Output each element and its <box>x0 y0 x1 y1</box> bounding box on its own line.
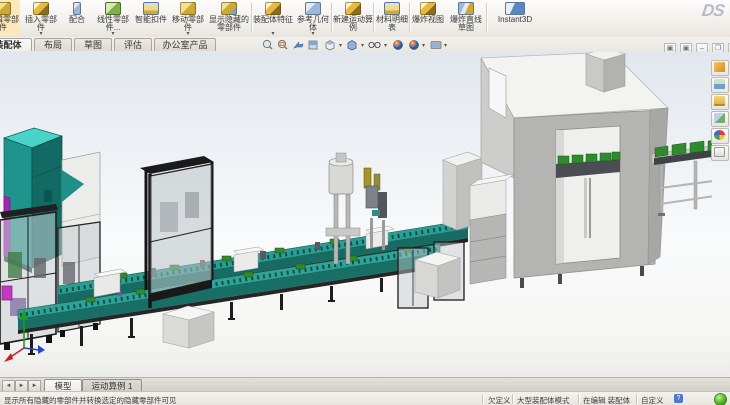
edit-component-icon <box>0 2 11 15</box>
explode-line-sketch-icon <box>458 2 474 15</box>
bill-of-materials-button[interactable]: 材料明细表 <box>375 0 409 36</box>
big-enclosure <box>481 52 668 288</box>
white-floor-box-2 <box>415 252 460 298</box>
tab-office-products[interactable]: 办公室产品 <box>154 38 216 51</box>
reference-geometry-icon <box>305 2 321 15</box>
drawer-cabinet <box>470 174 514 284</box>
graphics-viewport[interactable] <box>0 52 730 377</box>
design-library-button[interactable] <box>711 77 729 93</box>
view-settings-icon[interactable] <box>431 42 447 49</box>
assembly-3d-model <box>0 52 712 377</box>
instant3d-icon <box>505 2 525 15</box>
show-hidden-components-icon <box>221 2 237 15</box>
zoom-to-area-icon[interactable] <box>278 40 287 49</box>
file-explorer-icon <box>714 96 725 106</box>
mate-icon <box>73 2 81 15</box>
tab-assembly[interactable]: 装配体 <box>0 38 32 51</box>
smart-fasteners-button[interactable]: 智能扣件 <box>134 0 168 36</box>
new-motion-study-button[interactable]: 新建运动算例 <box>333 0 373 36</box>
explode-line-sketch-button[interactable]: 爆炸直线草图 <box>447 0 485 36</box>
exploded-view-icon <box>420 2 436 15</box>
new-motion-study-icon <box>345 2 361 15</box>
move-component-button[interactable]: 移动零部件 ▾ <box>170 0 206 36</box>
exit-conveyor <box>652 139 712 216</box>
bill-of-materials-icon <box>384 2 400 15</box>
section-view-icon[interactable] <box>309 41 317 49</box>
view-palette-button[interactable] <box>711 111 729 127</box>
custom-properties-icon <box>714 147 725 157</box>
zoom-to-fit-icon[interactable] <box>263 40 272 49</box>
hide-show-items-icon[interactable] <box>369 42 387 47</box>
status-message: 显示所有隐藏的零部件并转换选定的隐藏零部件可见 <box>4 395 177 405</box>
dassault-systemes-logo: DS <box>701 1 725 21</box>
large-assembly-mode: 大型装配体模式 <box>517 395 570 405</box>
tab-evaluate[interactable]: 评估 <box>114 38 152 51</box>
assembly-features-button[interactable]: 装配体特征 ▾ <box>253 0 293 36</box>
linear-component-pattern-icon <box>105 2 121 15</box>
magenta-box <box>2 286 12 300</box>
display-style-icon[interactable] <box>348 41 364 51</box>
file-explorer-button[interactable] <box>711 94 729 110</box>
customize-label[interactable]: 自定义 <box>641 395 664 405</box>
instant3d-button[interactable]: Instant3D <box>488 0 542 36</box>
performance-indicator-icon[interactable] <box>714 393 727 405</box>
white-floor-box-1 <box>163 306 214 348</box>
mate-button[interactable]: 配合 <box>62 0 92 36</box>
task-pane <box>711 60 729 162</box>
help-icon[interactable]: ? <box>674 394 683 403</box>
custom-properties-button[interactable] <box>711 145 729 161</box>
model-tab-bar: ◄ ► ► 模型 运动算例 1 <box>0 377 730 392</box>
view-palette-icon <box>714 113 725 123</box>
reference-geometry-button[interactable]: 参考几何体 ▾ <box>295 0 331 36</box>
edit-appearance-icon[interactable] <box>393 40 402 49</box>
assembly-features-icon <box>265 2 281 15</box>
smart-fasteners-icon <box>143 2 159 15</box>
show-hidden-components-button[interactable]: 显示隐藏的零部件 <box>208 0 250 36</box>
edit-component-button[interactable]: 编辑零部件 <box>0 0 20 36</box>
apply-scene-icon[interactable] <box>409 40 425 49</box>
status-bar: 显示所有隐藏的零部件并转换选定的隐藏零部件可见 欠定义 大型装配体模式 在编辑 … <box>0 391 730 405</box>
framed-tower <box>140 156 214 308</box>
appearances-scenes-icon <box>714 130 725 140</box>
insert-components-button[interactable]: 插入零部件 ▾ <box>22 0 60 36</box>
view-orientation-icon[interactable] <box>326 41 342 51</box>
solidworks-window: 编辑零部件 插入零部件 ▾ 配合 线性零部件... ▾ 智能扣件 移动零部件 ▾… <box>0 0 730 405</box>
tab-sketch[interactable]: 草图 <box>74 38 112 51</box>
previous-view-icon[interactable] <box>294 42 303 48</box>
design-library-icon <box>714 79 725 89</box>
solidworks-resources-button[interactable] <box>711 60 729 76</box>
command-manager-toolbar: 编辑零部件 插入零部件 ▾ 配合 线性零部件... ▾ 智能扣件 移动零部件 ▾… <box>0 0 730 38</box>
linear-component-pattern-button[interactable]: 线性零部件... ▾ <box>94 0 132 36</box>
appearances-scenes-button[interactable] <box>711 128 729 144</box>
define-state: 欠定义 <box>488 395 511 405</box>
solidworks-resources-icon <box>714 62 725 72</box>
move-component-icon <box>180 2 196 15</box>
tab-layout[interactable]: 布局 <box>34 38 72 51</box>
insert-components-icon <box>33 2 49 15</box>
exploded-view-button[interactable]: 爆炸视图 <box>411 0 445 36</box>
editing-assembly: 在编辑 装配体 <box>583 395 630 405</box>
heads-up-view-toolbar <box>262 39 454 52</box>
